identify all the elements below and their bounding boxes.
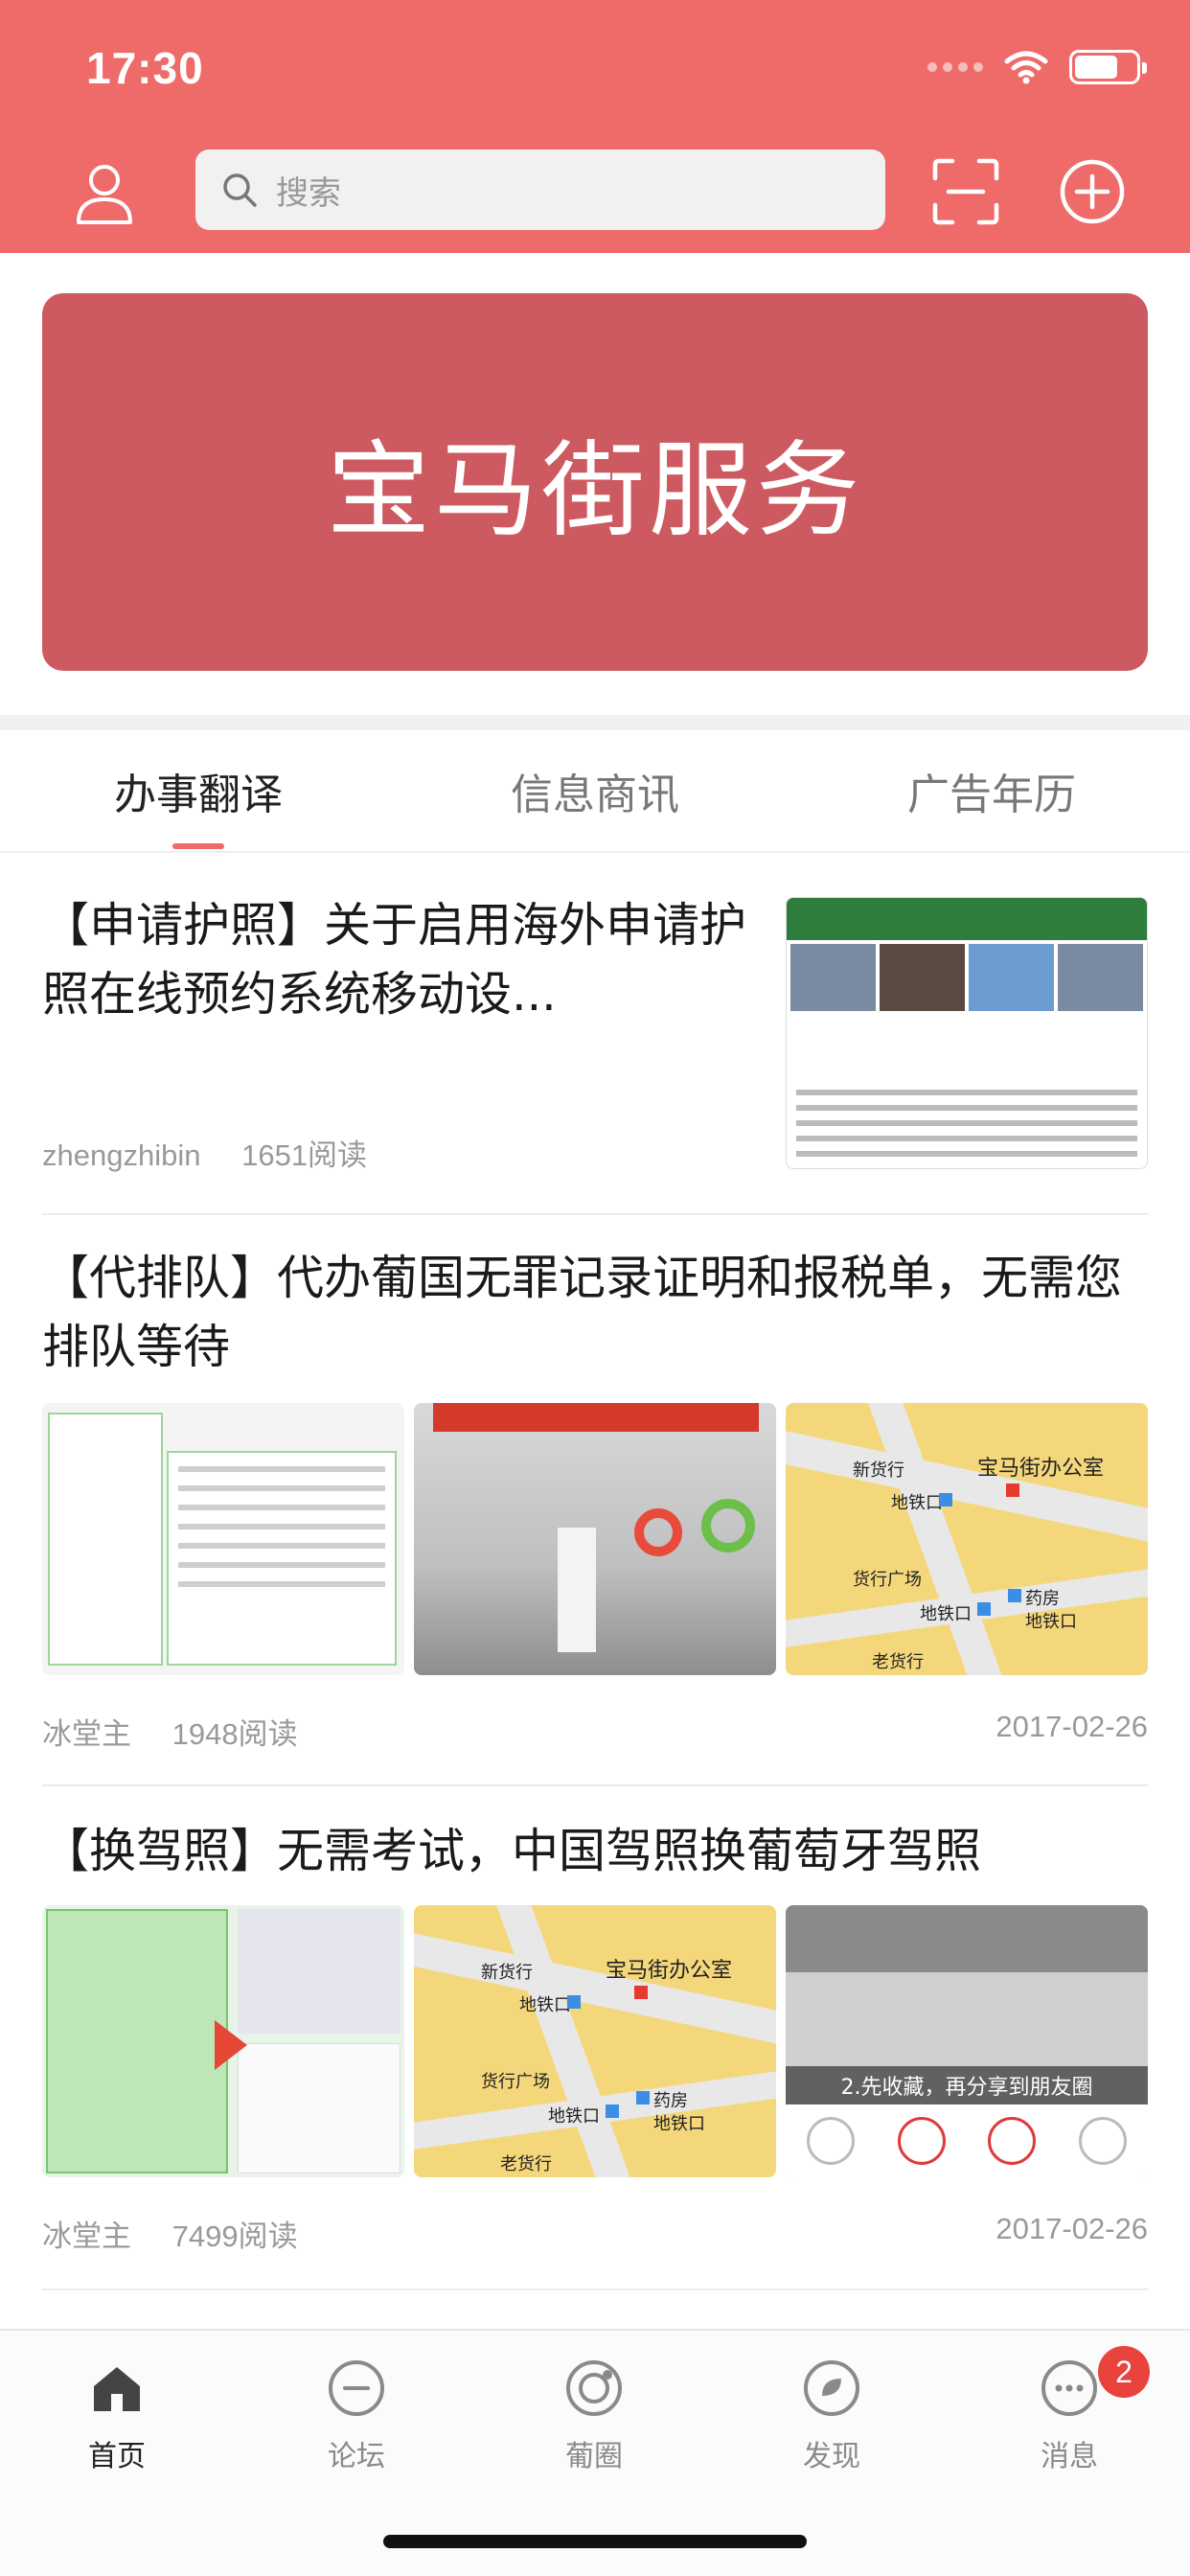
- tab-label: 办事翻译: [114, 770, 283, 819]
- map-label: 老货行: [872, 1652, 924, 1672]
- status-icons: [927, 50, 1147, 84]
- nav-discover[interactable]: 发现: [765, 2358, 899, 2474]
- article-author: 冰堂主: [42, 2220, 131, 2253]
- map-label: 地铁口: [519, 1995, 571, 2015]
- home-icon: [94, 2367, 140, 2411]
- article-author: 冰堂主: [42, 1717, 131, 1751]
- nav-forum[interactable]: 论坛: [289, 2358, 423, 2474]
- category-tabs: 办事翻译 信息商讯 广告年历: [0, 730, 1190, 853]
- discover-icon: [804, 2360, 859, 2416]
- thumbnail-map: 新货行 宝马街办公室 地铁口 货行广场 地铁口 药房 地铁口 老货行: [786, 1403, 1148, 1675]
- tab-ad-calendar[interactable]: 广告年历: [793, 730, 1190, 851]
- article-item[interactable]: 【申请护照】关于启用海外申请护照在线预约系统移动设... zhengzhibin…: [42, 878, 1148, 1215]
- map-label: 地铁口: [653, 2114, 705, 2134]
- article-thumbnails: 新货行 宝马街办公室 地铁口 货行广场 地铁口 药房 地铁口 老货行 2.先收藏…: [42, 1905, 1148, 2177]
- nav-label: 发现: [803, 2440, 860, 2473]
- article-thumbnail: [786, 897, 1148, 1169]
- article-meta: 冰堂主 7499阅读 2017-02-26: [42, 2212, 1148, 2255]
- map-label: 地铁口: [1025, 1612, 1077, 1632]
- search-placeholder: 搜索: [276, 173, 341, 213]
- cell-signal-icon: [927, 62, 983, 72]
- article-title: 【换驾照】无需考试，中国驾照换葡萄牙驾照: [42, 1824, 982, 1878]
- scan-icon[interactable]: [931, 157, 1000, 226]
- article-meta: 冰堂主 1948阅读 2017-02-26: [42, 1710, 1148, 1753]
- article-thumbnails: 新货行 宝马街办公室 地铁口 货行广场 地铁口 药房 地铁口 老货行: [42, 1403, 1148, 1675]
- article-meta: zhengzhibin 1651阅读: [42, 1131, 367, 1174]
- tab-label: 信息商讯: [511, 770, 679, 819]
- nav-label: 首页: [88, 2440, 146, 2473]
- article-item[interactable]: 【换驾照】无需考试，中国驾照换葡萄牙驾照 新货行 宝马街办公室 地铁口 货行广场…: [42, 1786, 1148, 2290]
- map-label: 货行广场: [481, 2072, 550, 2092]
- article-item[interactable]: 【代排队】代办葡国无罪记录证明和报税单，无需您排队等待 新货行 宝马街办公室 地…: [42, 1215, 1148, 1786]
- nav-circle[interactable]: 葡圈: [527, 2358, 661, 2474]
- active-tab-indicator: [172, 843, 224, 849]
- thumbnail-office: [414, 1403, 776, 1675]
- map-label: 宝马街办公室: [606, 1959, 733, 1983]
- article-reads: 1948阅读: [172, 1717, 298, 1751]
- profile-icon[interactable]: [71, 159, 138, 226]
- search-icon: [223, 173, 257, 207]
- map-label: 药房: [1025, 1589, 1060, 1609]
- app-header: 17:30 搜索: [0, 0, 1190, 253]
- message-badge: 2: [1098, 2346, 1150, 2398]
- map-label: 宝马街办公室: [977, 1457, 1105, 1481]
- tab-translation[interactable]: 办事翻译: [0, 730, 397, 851]
- tab-label: 广告年历: [907, 770, 1076, 819]
- banner-title: 宝马街服务: [326, 431, 863, 551]
- add-icon[interactable]: [1058, 157, 1127, 226]
- status-time: 17:30: [86, 43, 204, 93]
- nav-home[interactable]: 首页: [50, 2358, 184, 2474]
- thumbnail-map: 新货行 宝马街办公室 地铁口 货行广场 地铁口 药房 地铁口 老货行: [414, 1905, 776, 2177]
- top-bar: 搜索: [0, 144, 1190, 240]
- service-banner[interactable]: 宝马街服务: [42, 293, 1148, 671]
- map-label: 货行广场: [853, 1570, 922, 1590]
- thumbnail-license: [42, 1905, 404, 2177]
- search-input[interactable]: 搜索: [195, 150, 885, 230]
- circle-icon: [566, 2360, 622, 2416]
- map-label: 药房: [653, 2091, 688, 2111]
- article-title: 【申请护照】关于启用海外申请护照在线预约系统移动设...: [42, 898, 747, 1022]
- forum-icon: [329, 2360, 384, 2416]
- article-reads: 1651阅读: [241, 1138, 368, 1172]
- nav-label: 葡圈: [565, 2440, 623, 2473]
- nav-label: 论坛: [328, 2440, 385, 2473]
- nav-label: 消息: [1041, 2440, 1098, 2473]
- map-label: 地铁口: [548, 2106, 600, 2127]
- map-label: 地铁口: [920, 1604, 972, 1624]
- article-author: zhengzhibin: [42, 1138, 201, 1172]
- section-divider: [0, 715, 1190, 730]
- wifi-icon: [1004, 51, 1048, 84]
- map-label: 新货行: [853, 1460, 904, 1481]
- map-label: 老货行: [500, 2154, 552, 2174]
- tab-business-info[interactable]: 信息商讯: [397, 730, 793, 851]
- article-title: 【代排队】代办葡国无罪记录证明和报税单，无需您排队等待: [42, 1251, 1123, 1374]
- battery-icon: [1069, 50, 1147, 84]
- map-label: 新货行: [481, 1963, 533, 1983]
- thumbnail-document: [42, 1403, 404, 1675]
- article-date: 2017-02-26: [995, 1710, 1148, 1743]
- article-reads: 7499阅读: [172, 2220, 298, 2253]
- home-indicator[interactable]: [383, 2535, 807, 2548]
- map-label: 地铁口: [891, 1493, 943, 1513]
- message-icon: [1041, 2360, 1097, 2416]
- thumbnail-share-guide: 2.先收藏，再分享到朋友圈: [786, 1905, 1148, 2177]
- share-guide-text: 2.先收藏，再分享到朋友圈: [786, 2066, 1148, 2104]
- article-date: 2017-02-26: [995, 2212, 1148, 2245]
